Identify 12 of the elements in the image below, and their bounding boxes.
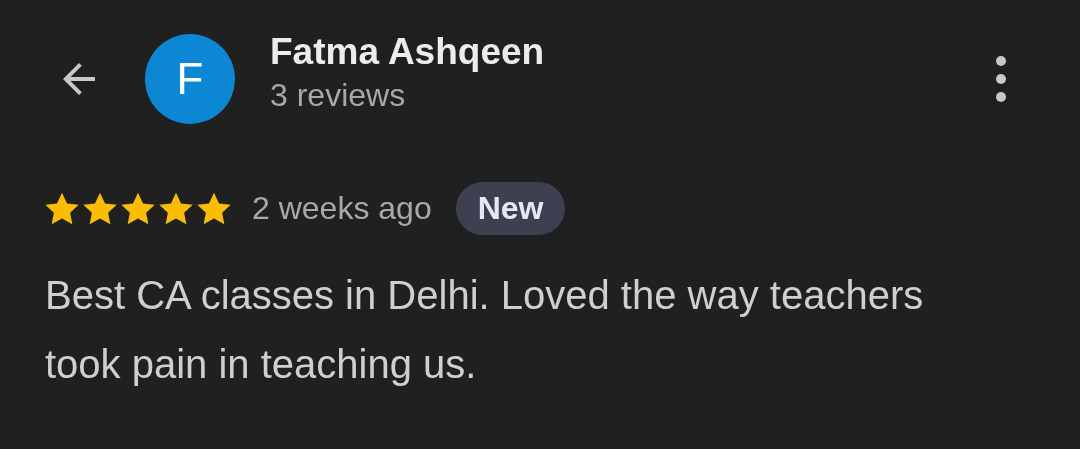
review-count: 3 reviews xyxy=(270,76,407,114)
star-icon xyxy=(158,191,194,226)
more-options-icon[interactable] xyxy=(995,55,1007,103)
avatar: F xyxy=(145,34,235,124)
star-icon xyxy=(82,191,118,226)
review-time: 2 weeks ago xyxy=(252,190,432,227)
new-badge: New xyxy=(455,182,566,235)
review-text: Best CA classes in Delhi. Loved the way teachers took pain in teaching us. xyxy=(45,272,925,388)
star-icon xyxy=(44,191,80,226)
reviewer-name[interactable]: Fatma Ashqeen xyxy=(270,30,995,73)
star-icon xyxy=(120,191,156,226)
star-icon xyxy=(196,191,232,226)
